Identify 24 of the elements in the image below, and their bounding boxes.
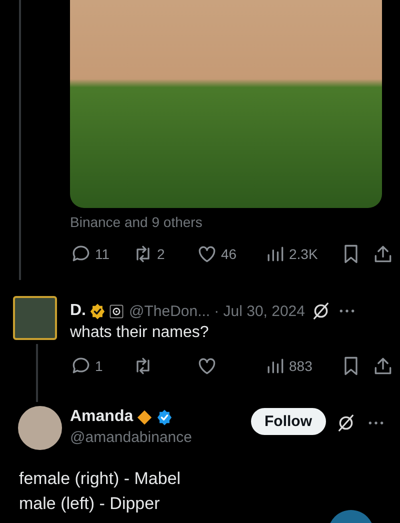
verified-badge-icon[interactable] (89, 302, 106, 320)
affiliate-badge-icon[interactable] (109, 304, 124, 318)
post-text: female (right) - Mabel (19, 468, 182, 490)
count-label: 11 (95, 246, 110, 262)
avatar[interactable] (18, 406, 62, 450)
user-name[interactable]: Amanda (70, 408, 134, 426)
count-label: 2.3K (289, 246, 318, 262)
share-icon[interactable] (372, 355, 394, 377)
liked-by-text: Binance and 9 others (70, 214, 204, 230)
count-label: 883 (289, 358, 312, 374)
post-text: male (left) - Dipper (19, 493, 161, 515)
diamond-badge-icon[interactable] (136, 408, 154, 426)
user-name[interactable]: D. (70, 302, 86, 320)
post-date: · Jul 30, 2024 (214, 302, 305, 320)
follow-button[interactable]: Follow (250, 408, 326, 435)
count-label: 2 (157, 246, 165, 262)
user-handle[interactable]: @amandabinance (70, 429, 250, 446)
verified-badge-icon[interactable] (156, 408, 174, 426)
avatar[interactable] (13, 296, 57, 340)
share-icon[interactable] (372, 243, 394, 265)
reply-text: whats their names? (70, 324, 210, 342)
count-label: 46 (221, 246, 237, 262)
user-handle[interactable]: @TheDon... (129, 302, 210, 320)
count-label: 1 (95, 358, 103, 374)
